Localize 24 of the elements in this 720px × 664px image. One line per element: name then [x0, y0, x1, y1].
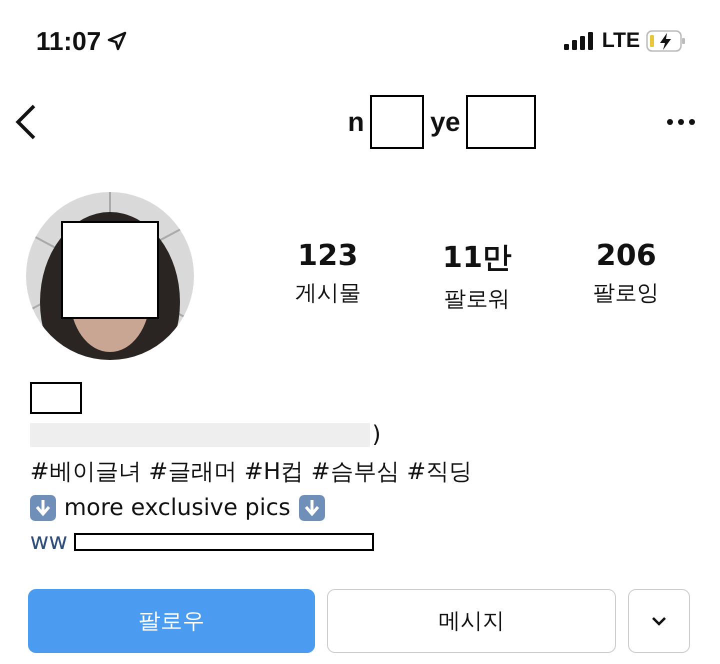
bio-text: more exclusive pics: [64, 495, 291, 521]
more-options-icon[interactable]: [666, 118, 696, 126]
stat-count: 11만: [442, 239, 512, 276]
network-type: LTE: [602, 29, 640, 53]
bio-link[interactable]: ww: [30, 529, 68, 555]
stat-label: 팔로잉: [593, 280, 660, 308]
redaction-mark: [466, 95, 536, 149]
status-time: 11:07: [36, 26, 102, 56]
stat-label: 팔로워: [444, 286, 510, 314]
hashtags: #베이글녀 #글래머 #H컵 #슴부심 #직딩: [30, 458, 473, 487]
message-button[interactable]: 메시지: [327, 589, 616, 653]
stat-count: 123: [297, 238, 358, 272]
username-fragment: n: [348, 106, 364, 138]
bio-text: ): [372, 422, 381, 448]
redaction-mark: [370, 95, 424, 149]
location-arrow-icon: [107, 31, 128, 51]
back-icon[interactable]: [14, 103, 38, 141]
username-fragment: ye: [430, 106, 460, 138]
battery-charging-icon: [646, 30, 686, 52]
signal-icon: [564, 32, 596, 50]
stat-label: 게시물: [294, 280, 361, 308]
stat-count: 206: [596, 238, 656, 272]
chevron-down-icon: [651, 616, 667, 626]
redaction-mark: [30, 382, 82, 414]
